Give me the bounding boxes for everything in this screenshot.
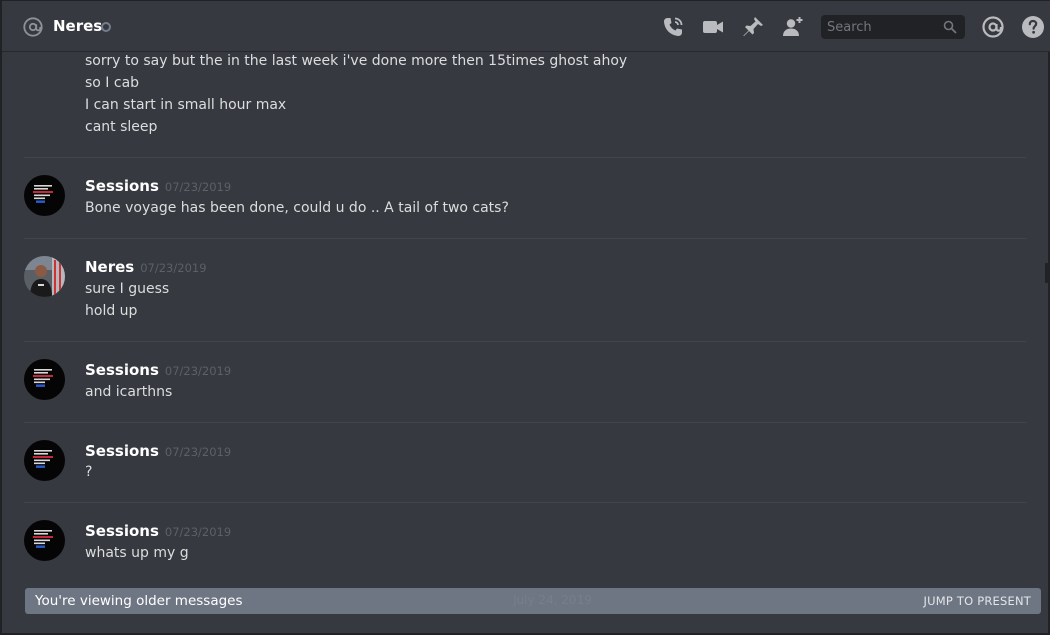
- jump-to-present-button[interactable]: JUMP TO PRESENT: [924, 594, 1031, 608]
- avatar-image: [24, 256, 65, 297]
- pin-icon[interactable]: [741, 15, 765, 39]
- date-separator-ghost: July 24, 2019: [513, 593, 592, 607]
- message-text: and icarthns: [85, 384, 173, 400]
- scrollbar-thumb[interactable]: [1045, 263, 1048, 283]
- search-input[interactable]: [821, 15, 941, 39]
- phone-call-icon[interactable]: [661, 15, 685, 39]
- channel-header: Neres: [2, 1, 1050, 52]
- timestamp: 07/23/2019: [164, 445, 232, 459]
- avatar-image: [24, 440, 65, 481]
- author-name[interactable]: Sessions: [85, 522, 159, 540]
- status-icon: [101, 22, 111, 32]
- avatar[interactable]: [24, 256, 65, 297]
- message-text: whats up my g: [85, 545, 189, 561]
- message-list[interactable]: sorry to say but the in the last week i'…: [2, 53, 1048, 635]
- avatar[interactable]: [24, 175, 65, 216]
- help-icon[interactable]: [1021, 15, 1045, 39]
- message-text: sorry to say but the in the last week i'…: [85, 53, 628, 69]
- search-box[interactable]: [821, 15, 965, 39]
- channel-title: Neres: [53, 17, 103, 35]
- timestamp: 07/23/2019: [164, 364, 232, 378]
- older-messages-bar[interactable]: You're viewing older messages July 24, 2…: [25, 588, 1041, 614]
- message-text: cant sleep: [85, 119, 158, 135]
- message-text: sure I guess: [85, 281, 170, 297]
- timestamp: 07/23/2019: [164, 180, 232, 194]
- message-divider: [24, 238, 1026, 239]
- avatar-image: [24, 520, 65, 561]
- add-friend-icon[interactable]: [781, 15, 805, 39]
- avatar-image: [24, 175, 65, 216]
- author-name[interactable]: Sessions: [85, 177, 159, 195]
- message-divider: [24, 157, 1026, 158]
- author-name[interactable]: Sessions: [85, 361, 159, 379]
- search-icon[interactable]: [943, 20, 957, 34]
- message-text: hold up: [85, 303, 138, 319]
- timestamp: 07/23/2019: [140, 261, 207, 275]
- avatar[interactable]: [24, 440, 65, 481]
- avatar[interactable]: [24, 359, 65, 400]
- timestamp: 07/23/2019: [164, 525, 232, 539]
- at-icon: [23, 17, 43, 37]
- message-text: ?: [85, 464, 93, 480]
- avatar[interactable]: [24, 520, 65, 561]
- message-text: I can start in small hour max: [85, 97, 287, 113]
- message-text: Bone voyage has been done, could u do ..…: [85, 200, 509, 216]
- older-messages-text: You're viewing older messages: [35, 593, 243, 609]
- mention-icon[interactable]: [981, 15, 1005, 39]
- message-divider: [24, 502, 1026, 503]
- message-text: so I cab: [85, 75, 140, 91]
- author-name[interactable]: Sessions: [85, 442, 159, 460]
- message-divider: [24, 341, 1026, 342]
- message-divider: [24, 422, 1026, 423]
- avatar-image: [24, 359, 65, 400]
- author-name[interactable]: Neres: [85, 258, 134, 276]
- video-icon[interactable]: [701, 15, 725, 39]
- app-window: Neres Search sorry to say but the in the…: [0, 0, 1050, 635]
